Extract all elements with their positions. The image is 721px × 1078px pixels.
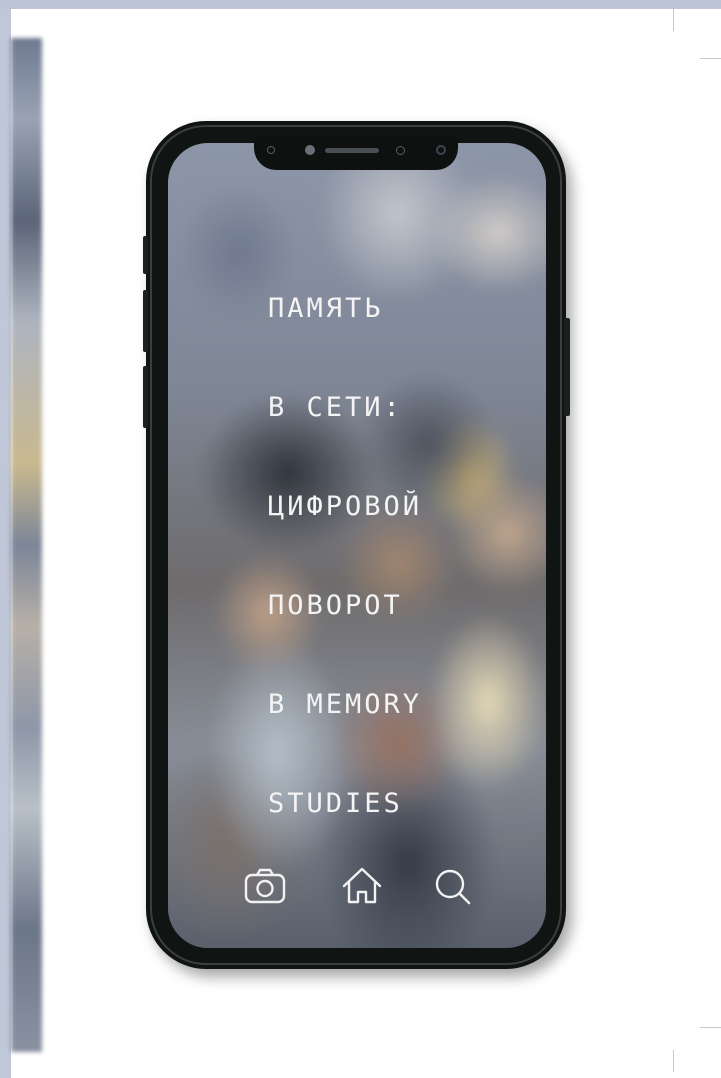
cover-title: ПАМЯТЬ В СЕТИ: ЦИФРОВОЙ ПОВОРОТ В MEMORY…: [268, 226, 422, 853]
sensor-dot: [267, 146, 275, 154]
title-line: ЦИФРОВОЙ: [268, 491, 423, 522]
title-line: В СЕТИ:: [268, 392, 403, 423]
power-button: [564, 318, 570, 416]
crop-mark: [700, 1027, 721, 1028]
front-camera-dot: [436, 145, 446, 155]
title-line: В MEMORY: [268, 689, 423, 720]
home-icon: [342, 867, 382, 904]
volume-lower-button: [143, 366, 148, 428]
crop-mark: [673, 1050, 674, 1072]
title-line: ПАМЯТЬ: [268, 293, 384, 324]
crop-mark: [673, 9, 674, 31]
bottom-icon-bar: [0, 864, 721, 910]
title-line: STUDIES: [268, 788, 403, 819]
search-icon: [435, 869, 471, 905]
phone-notch: [254, 136, 458, 170]
sensor-dot: [396, 146, 405, 155]
volume-up-button: [143, 236, 148, 274]
volume-down-button: [143, 290, 148, 352]
speaker-grille: [325, 148, 379, 153]
left-edge: [0, 9, 11, 1078]
camera-icon: [244, 868, 286, 904]
crop-mark: [700, 58, 721, 59]
top-band: [0, 0, 721, 9]
title-line: ПОВОРОТ: [268, 590, 403, 621]
camera-dot: [305, 145, 315, 155]
